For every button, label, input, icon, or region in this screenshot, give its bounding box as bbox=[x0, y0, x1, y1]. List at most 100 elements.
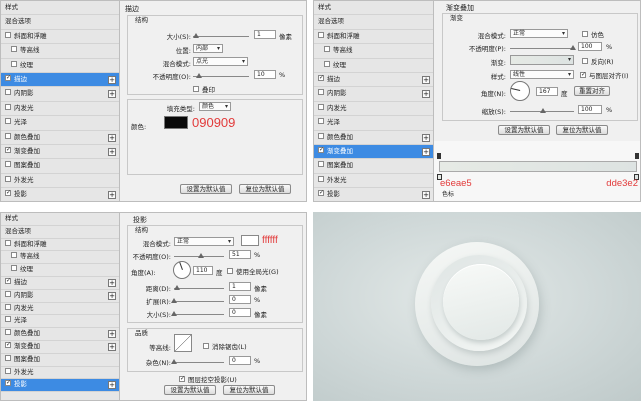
sidebar-item[interactable]: 内阴影 + bbox=[1, 87, 119, 102]
angle-input[interactable]: 167 bbox=[536, 87, 558, 96]
sidebar-item[interactable]: ✓ 描边 + bbox=[1, 277, 119, 290]
set-default-button[interactable]: 设置为默认值 bbox=[180, 184, 232, 194]
sidebar-item[interactable]: ✓ 渐变叠加 + bbox=[1, 145, 119, 160]
opacity-slider[interactable] bbox=[174, 253, 224, 258]
sidebar-item[interactable]: ✓ 渐变叠加 + bbox=[1, 341, 119, 354]
spread-slider-knob[interactable] bbox=[171, 298, 177, 303]
align-layer-box[interactable]: ✓ bbox=[580, 72, 586, 78]
sidebar-item[interactable]: 混合选项 bbox=[314, 15, 433, 30]
sidebar-item[interactable]: 等高线 bbox=[1, 44, 119, 59]
sidebar-item[interactable]: ✓ 投影 + bbox=[1, 379, 119, 393]
sidebar-item-checkbox[interactable]: ✓ bbox=[5, 190, 11, 197]
opacity-slider[interactable] bbox=[193, 73, 249, 78]
sidebar-item-checkbox[interactable] bbox=[5, 329, 11, 336]
reverse-box[interactable] bbox=[582, 58, 588, 64]
sidebar-item-checkbox[interactable]: ✓ bbox=[5, 277, 11, 284]
size-input[interactable]: 1 bbox=[254, 30, 276, 39]
sidebar-item-checkbox[interactable] bbox=[318, 89, 324, 96]
gradient-bar[interactable] bbox=[439, 161, 637, 172]
sidebar-item[interactable]: 颜色叠加 + bbox=[1, 328, 119, 341]
sidebar-item-checkbox[interactable] bbox=[5, 316, 11, 323]
sidebar-item-checkbox[interactable]: ✓ bbox=[318, 146, 324, 153]
sidebar-item-checkbox[interactable] bbox=[318, 175, 324, 182]
sidebar-item-checkbox[interactable] bbox=[324, 46, 330, 53]
sidebar-item[interactable]: 混合选项 bbox=[1, 226, 119, 239]
reset-default-button[interactable]: 复位为默认值 bbox=[223, 385, 275, 395]
sidebar-item[interactable]: 光泽 bbox=[1, 116, 119, 131]
sidebar-item-checkbox[interactable] bbox=[5, 175, 11, 182]
sidebar-item[interactable]: 斜面和浮雕 bbox=[1, 239, 119, 252]
opacity-slider-knob[interactable] bbox=[570, 45, 576, 50]
add-effect-icon[interactable]: + bbox=[422, 90, 430, 99]
add-effect-icon[interactable]: + bbox=[422, 191, 430, 200]
spread-input[interactable]: 0 bbox=[229, 295, 251, 304]
sidebar-item-checkbox[interactable] bbox=[318, 132, 324, 139]
knockout-checkbox[interactable]: ✓ 图层挖空投影(U) bbox=[179, 374, 237, 384]
blend-mode-select[interactable]: 点光 bbox=[193, 57, 248, 66]
opacity-slider-knob[interactable] bbox=[196, 73, 202, 78]
opacity-input[interactable]: 51 bbox=[229, 250, 251, 259]
sidebar-item-checkbox[interactable] bbox=[5, 290, 11, 297]
size-slider[interactable] bbox=[193, 33, 249, 38]
set-default-button[interactable]: 设置为默认值 bbox=[498, 125, 550, 135]
sidebar-item-checkbox[interactable] bbox=[5, 132, 11, 139]
sidebar-item[interactable]: 内发光 bbox=[314, 102, 433, 117]
sidebar-item-checkbox[interactable] bbox=[5, 31, 11, 38]
sidebar-item[interactable]: ✓ 渐变叠加 + bbox=[314, 144, 433, 160]
dither-box[interactable] bbox=[582, 31, 588, 37]
reverse-checkbox[interactable]: 反向(R) bbox=[582, 56, 614, 66]
sidebar-item-checkbox[interactable] bbox=[11, 46, 17, 53]
sidebar-item[interactable]: 内发光 bbox=[1, 303, 119, 316]
knockout-box[interactable]: ✓ bbox=[179, 376, 185, 382]
opacity-slider-knob[interactable] bbox=[198, 253, 204, 258]
style-select[interactable]: 线性 bbox=[510, 70, 574, 79]
sidebar-item-checkbox[interactable] bbox=[11, 252, 17, 259]
sidebar-item-checkbox[interactable] bbox=[318, 118, 324, 125]
size-slider-knob[interactable] bbox=[171, 311, 177, 316]
center-button[interactable] bbox=[443, 264, 519, 340]
sidebar-item-checkbox[interactable]: ✓ bbox=[318, 74, 324, 81]
distance-slider[interactable] bbox=[174, 285, 224, 290]
opacity-input[interactable]: 10 bbox=[254, 70, 276, 79]
sidebar-item[interactable]: 光泽 bbox=[314, 116, 433, 131]
noise-slider-knob[interactable] bbox=[171, 359, 177, 364]
sidebar-item[interactable]: ✓ 投影 + bbox=[314, 188, 433, 201]
size-slider[interactable] bbox=[171, 311, 224, 316]
sidebar-item-checkbox[interactable] bbox=[5, 103, 11, 110]
distance-slider-knob[interactable] bbox=[174, 285, 180, 290]
noise-input[interactable]: 0 bbox=[229, 356, 251, 365]
sidebar-item[interactable]: 内阴影 + bbox=[1, 290, 119, 303]
add-effect-icon[interactable]: + bbox=[108, 291, 116, 300]
add-effect-icon[interactable]: + bbox=[422, 75, 430, 84]
shadow-color-swatch[interactable] bbox=[241, 235, 259, 246]
add-effect-icon[interactable]: + bbox=[108, 147, 116, 156]
distance-input[interactable]: 1 bbox=[229, 282, 251, 291]
sidebar-item-checkbox[interactable] bbox=[318, 103, 324, 110]
sidebar-item[interactable]: 图案叠加 bbox=[1, 159, 119, 174]
sidebar-item[interactable]: 等高线 bbox=[314, 44, 433, 59]
overprint-checkbox[interactable]: 叠印 bbox=[193, 84, 215, 94]
spread-slider[interactable] bbox=[171, 298, 224, 303]
size-slider-knob[interactable] bbox=[193, 33, 199, 38]
add-effect-icon[interactable]: + bbox=[108, 342, 116, 351]
sidebar-item-checkbox[interactable] bbox=[11, 60, 17, 67]
set-default-button[interactable]: 设置为默认值 bbox=[164, 385, 216, 395]
size-input[interactable]: 0 bbox=[229, 308, 251, 317]
opacity-input[interactable]: 100 bbox=[578, 42, 602, 51]
scale-slider-knob[interactable] bbox=[540, 108, 546, 113]
opacity-slider[interactable] bbox=[510, 45, 576, 50]
add-effect-icon[interactable]: + bbox=[108, 133, 116, 142]
add-effect-icon[interactable]: + bbox=[108, 90, 116, 99]
sidebar-item-checkbox[interactable] bbox=[318, 161, 324, 168]
global-light-box[interactable] bbox=[227, 268, 233, 274]
sidebar-item[interactable]: 图案叠加 bbox=[314, 159, 433, 174]
angle-dial[interactable] bbox=[173, 261, 191, 279]
sidebar-item[interactable]: 颜色叠加 + bbox=[314, 131, 433, 145]
sidebar-item[interactable]: 混合选项 bbox=[1, 15, 119, 30]
scale-slider[interactable] bbox=[510, 108, 574, 113]
sidebar-item-checkbox[interactable] bbox=[324, 60, 330, 67]
sidebar-item[interactable]: 内阴影 + bbox=[314, 87, 433, 102]
sidebar-item-checkbox[interactable] bbox=[5, 354, 11, 361]
sidebar-item[interactable]: 纹理 bbox=[1, 264, 119, 277]
add-effect-icon[interactable]: + bbox=[108, 191, 116, 200]
